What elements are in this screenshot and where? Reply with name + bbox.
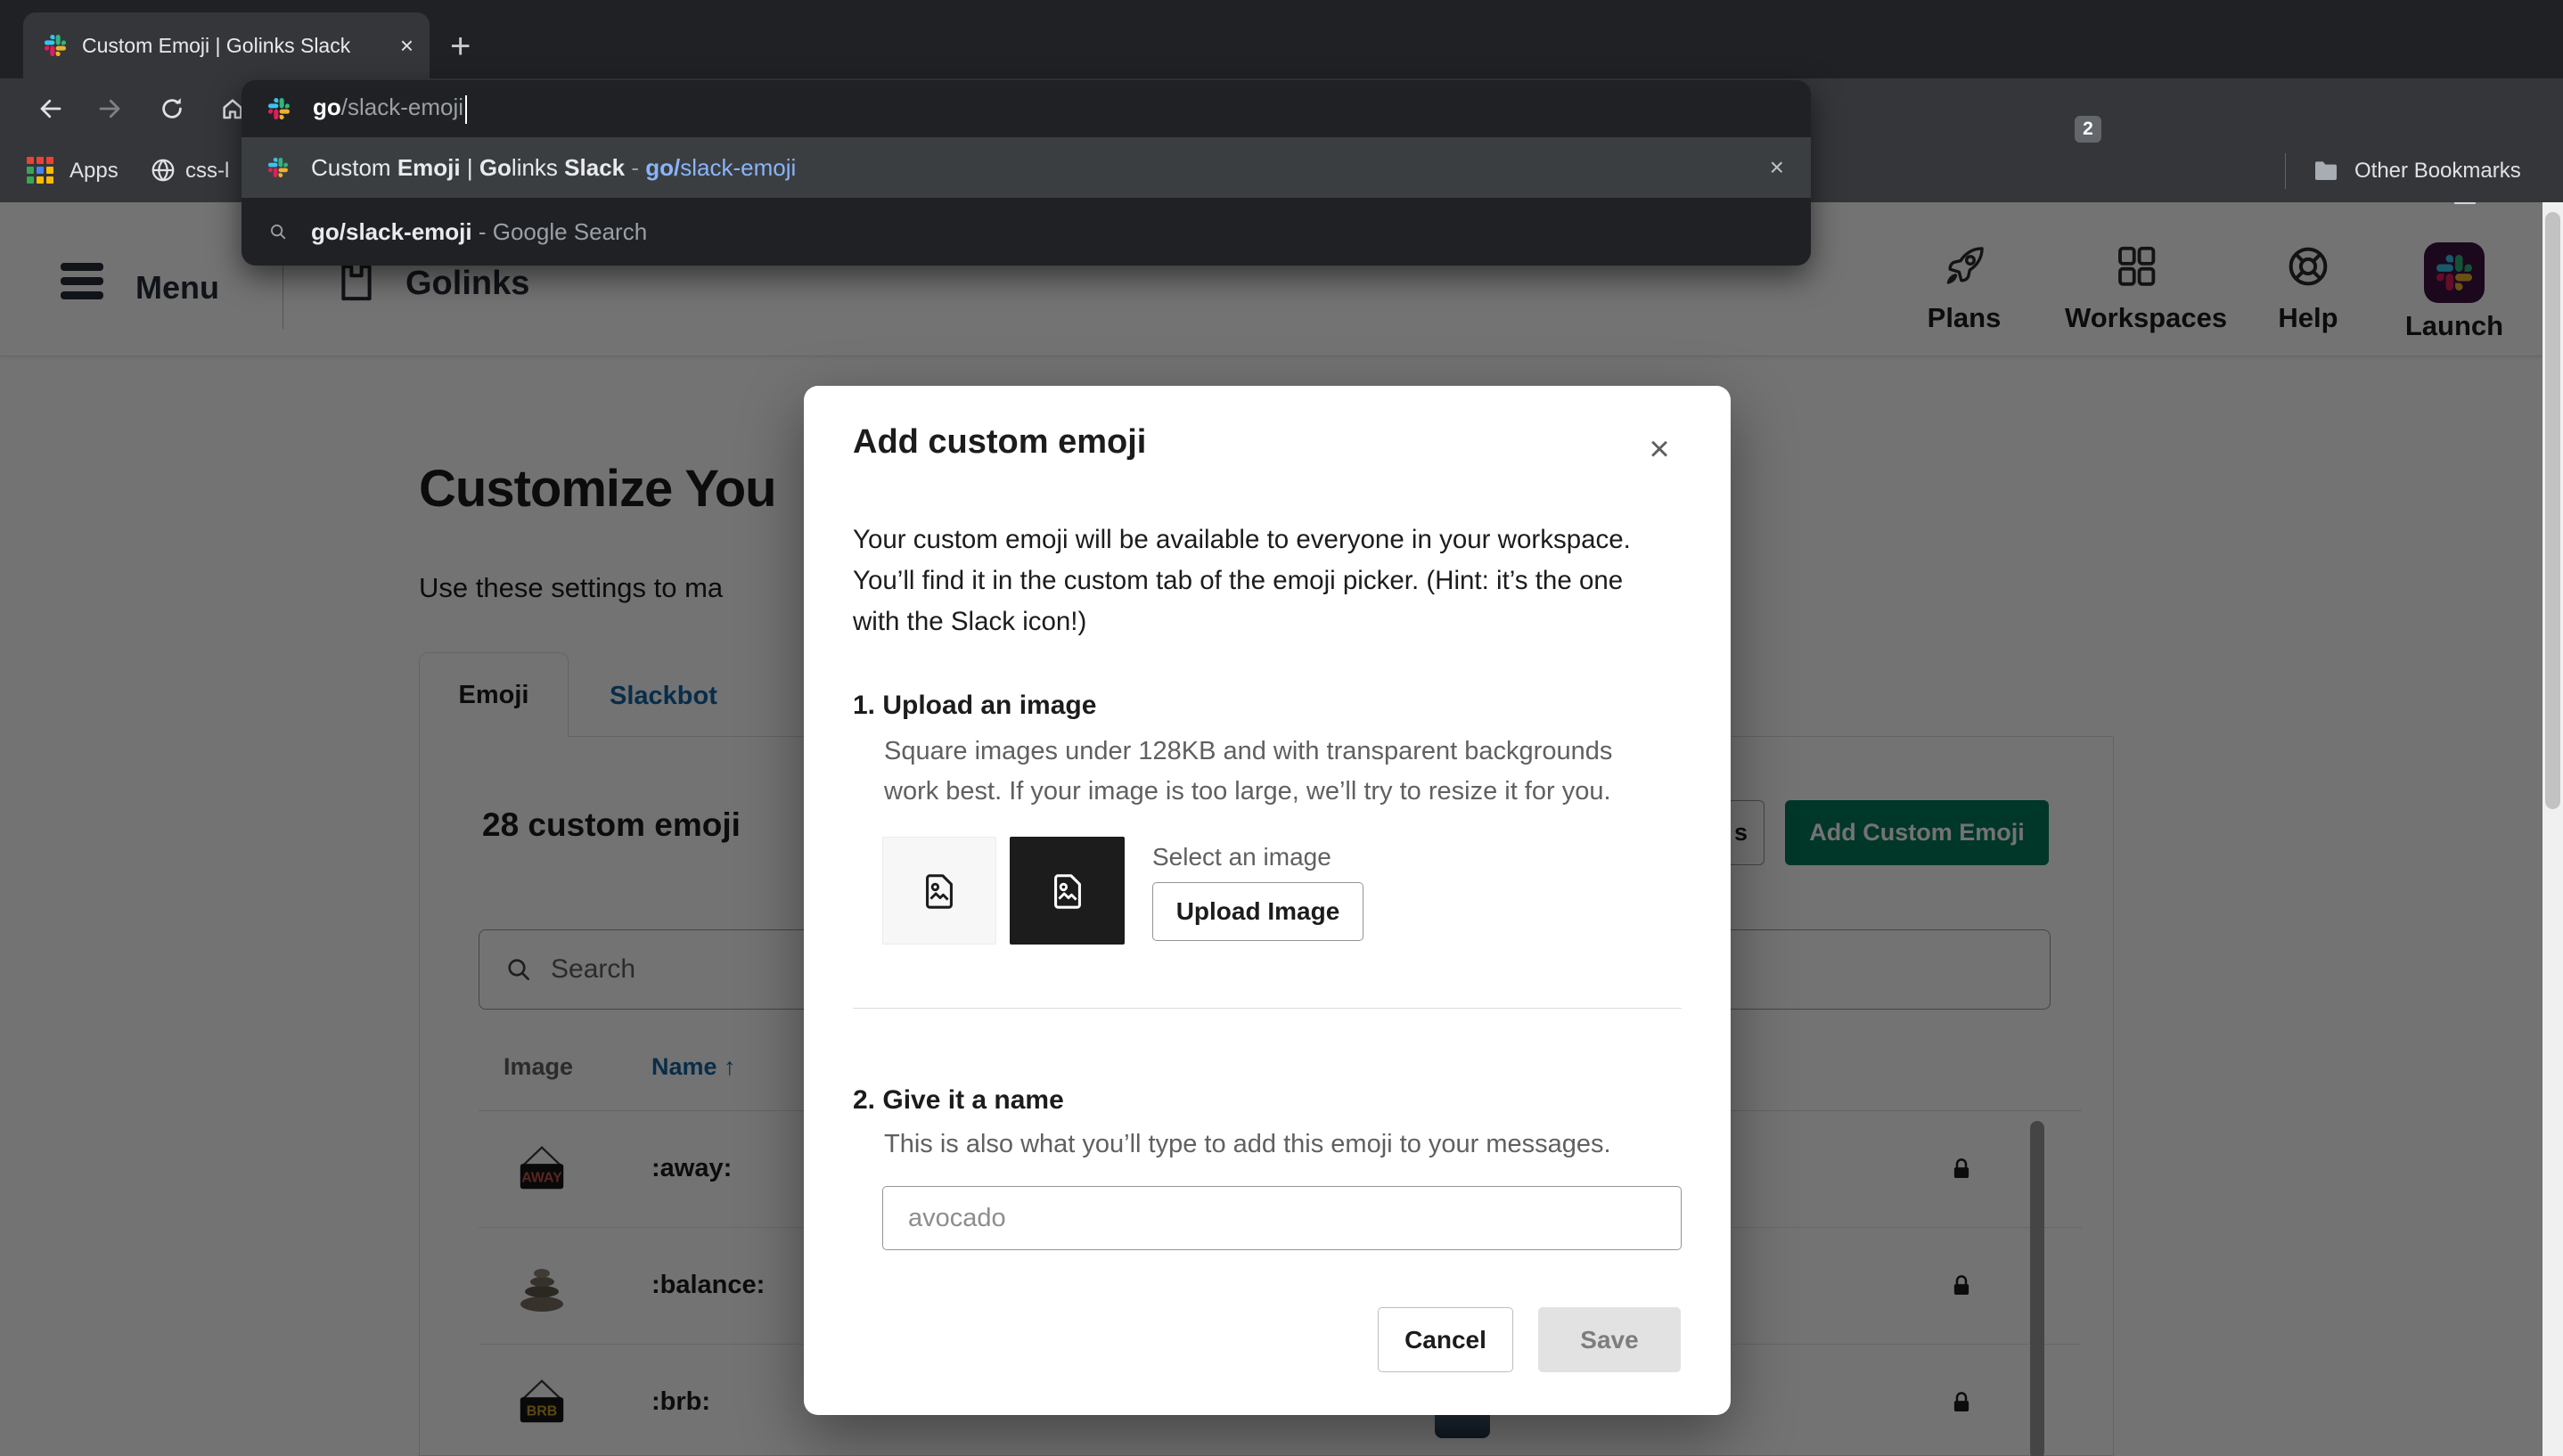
screen: Menu Golinks Plans [0,0,2563,1456]
bookmark-css[interactable]: css-l [185,159,229,184]
scrollbar-thumb[interactable] [2545,212,2560,809]
tab-strip: Custom Emoji | Golinks Slack × [0,0,2563,78]
extension-badge: 2 [2073,114,2103,144]
forward-icon[interactable] [96,95,123,122]
image-placeholder-icon [1047,871,1088,912]
other-bookmarks-label[interactable]: Other Bookmarks [2354,159,2521,184]
modal-title: Add custom emoji [853,423,1146,462]
bookmark-apps[interactable]: Apps [70,159,119,184]
new-tab-button[interactable]: + [450,29,471,64]
folder-icon [2312,157,2340,185]
emoji-name-input[interactable]: avocado [882,1186,1682,1250]
save-button[interactable]: Save [1538,1307,1681,1372]
step1-description: Square images under 128KB and with trans… [884,732,1668,812]
slack-favicon [268,158,288,177]
browser-scrollbar[interactable] [2543,202,2563,1456]
suggestion-search[interactable]: go/slack-emoji - Google Search [242,198,1811,266]
emoji-preview-dark [1010,837,1125,945]
remove-suggestion-icon[interactable]: × [1770,153,1784,182]
url-completion: /slack-emoji [341,94,463,120]
apps-grid-icon[interactable] [27,157,55,185]
upload-image-button[interactable]: Upload Image [1152,882,1363,941]
reload-icon[interactable] [159,95,185,122]
tab-close-icon[interactable]: × [400,34,414,57]
close-icon[interactable]: × [1642,432,1677,468]
add-custom-emoji-modal: Add custom emoji × Your custom emoji wil… [804,386,1731,1415]
modal-intro-text: Your custom emoji will be available to e… [853,519,1659,642]
globe-icon[interactable] [150,157,176,184]
cancel-button[interactable]: Cancel [1378,1307,1513,1372]
browser-tab[interactable]: Custom Emoji | Golinks Slack × [23,12,430,78]
address-bar[interactable]: go/slack-emoji [242,80,1811,137]
emoji-preview-light [882,837,996,945]
step2-heading: 2. Give it a name [853,1085,1064,1116]
bookmarks-divider [2285,153,2286,189]
step2-description: This is also what you’ll type to add thi… [884,1125,1668,1165]
search-icon [268,222,288,241]
slack-favicon [45,35,66,56]
tab-title: Custom Emoji | Golinks Slack [82,34,400,58]
select-image-label: Select an image [1152,843,1331,871]
slack-favicon [268,98,290,119]
suggestion-navigate[interactable]: Custom Emoji | Golinks Slack - go/slack-… [242,137,1811,198]
omnibox-popup: go/slack-emoji Custom Emoji | Golinks Sl… [242,80,1811,266]
image-placeholder-icon [919,871,960,912]
back-icon[interactable] [37,95,64,122]
text-cursor [465,95,467,124]
step1-heading: 1. Upload an image [853,691,1096,721]
url-typed: go [313,94,341,120]
modal-divider [853,1008,1682,1009]
